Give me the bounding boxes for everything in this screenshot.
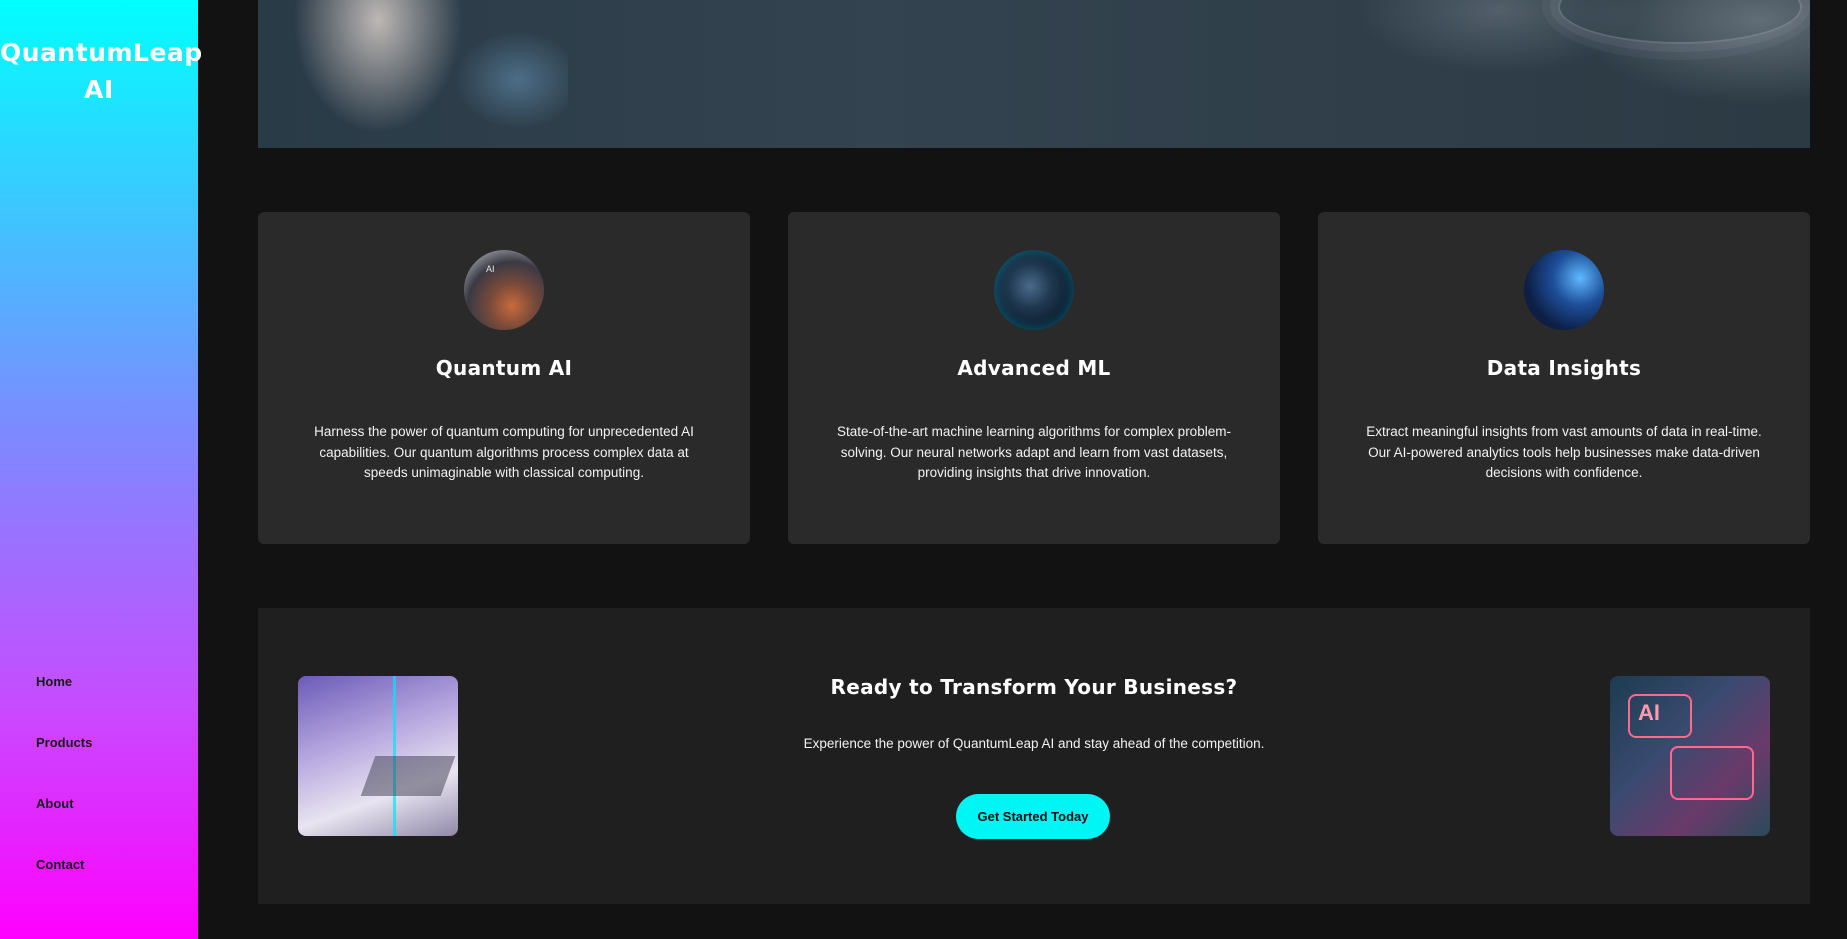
nav-item-home[interactable]: Home: [36, 672, 92, 733]
feature-title: Quantum AI: [435, 356, 573, 380]
nav-item-about[interactable]: About: [36, 794, 92, 855]
cta-description: Experience the power of QuantumLeap AI a…: [803, 736, 1265, 751]
sidebar: QuantumLeap AI Home Products About Conta…: [0, 0, 203, 939]
feature-card-quantum-ai: AI Quantum AI Harness the power of quant…: [258, 212, 750, 544]
feature-card-advanced-ml: Advanced ML State-of-the-art machine lea…: [788, 212, 1280, 544]
data-insights-thumbnail: [1524, 250, 1604, 330]
cta-right-image: AI: [1610, 676, 1770, 836]
feature-title: Data Insights: [1486, 356, 1642, 380]
features-section: AI Quantum AI Harness the power of quant…: [258, 212, 1810, 544]
cta-title: Ready to Transform Your Business?: [830, 675, 1238, 699]
feature-title: Advanced ML: [957, 356, 1111, 380]
brand-logo[interactable]: QuantumLeap AI: [0, 34, 203, 108]
get-started-button[interactable]: Get Started Today: [956, 794, 1110, 839]
cta-left-image: [298, 676, 458, 836]
cta-right-image-label: AI: [1638, 700, 1660, 725]
hero-person-figure: [268, 0, 568, 148]
hero-abstract-lines: [1558, 0, 1802, 44]
quantum-ai-thumbnail-label: AI: [486, 264, 495, 274]
brand-name-line1: QuantumLeap: [0, 38, 203, 67]
feature-description: Extract meaningful insights from vast am…: [1366, 424, 1762, 480]
nav-item-contact[interactable]: Contact: [36, 855, 92, 916]
feature-description: State-of-the-art machine learning algori…: [837, 424, 1231, 480]
quantum-ai-thumbnail: AI: [464, 250, 544, 330]
main-content: AI Quantum AI Harness the power of quant…: [198, 0, 1847, 939]
feature-card-data-insights: Data Insights Extract meaningful insight…: [1318, 212, 1810, 544]
main-nav: Home Products About Contact: [36, 672, 92, 916]
hero-banner-image: [258, 0, 1810, 148]
brand-name-line2: AI: [84, 75, 114, 104]
nav-item-products[interactable]: Products: [36, 733, 92, 794]
advanced-ml-thumbnail: [994, 250, 1074, 330]
feature-description: Harness the power of quantum computing f…: [314, 424, 694, 480]
cta-section: Ready to Transform Your Business? Experi…: [258, 608, 1810, 904]
